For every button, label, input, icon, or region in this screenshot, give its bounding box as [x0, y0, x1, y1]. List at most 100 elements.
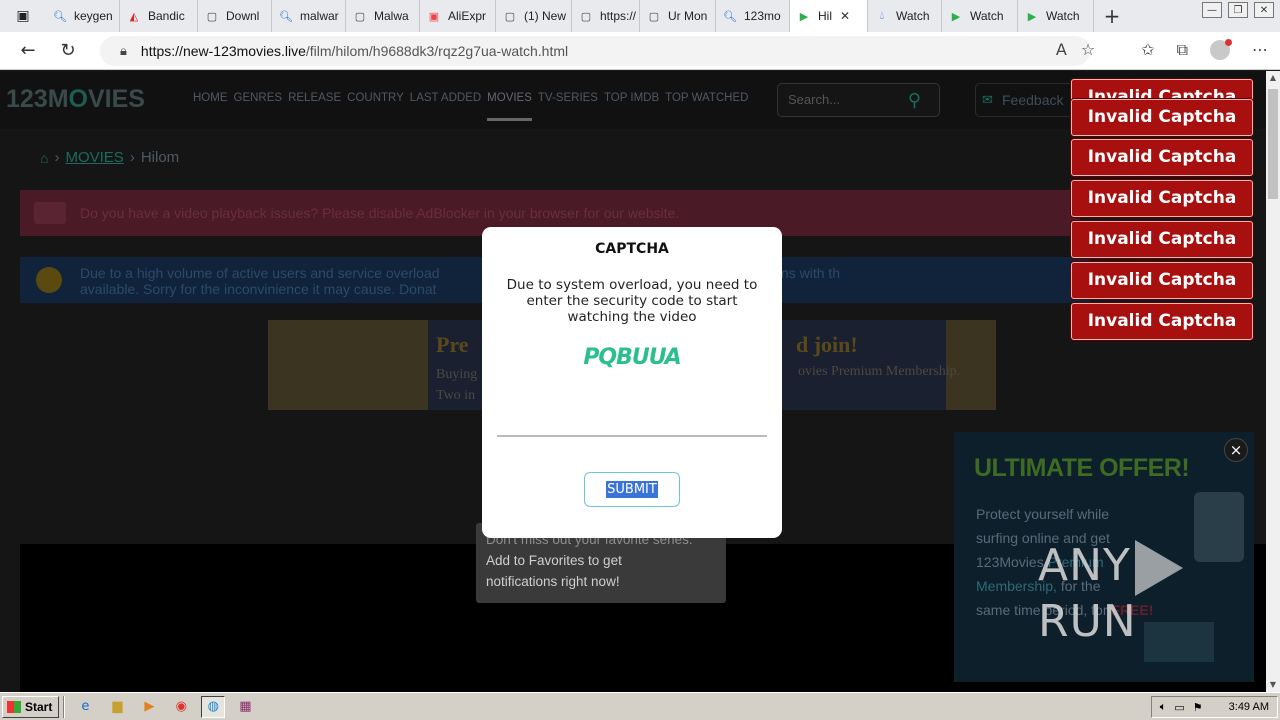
media-player-icon[interactable]: ▶	[137, 696, 161, 718]
page-icon: ▢	[504, 10, 516, 23]
volume-icon[interactable]: 🔈︎	[1160, 701, 1167, 714]
close-tab-icon[interactable]: ✕	[840, 9, 850, 23]
close-window-icon[interactable]: ✕	[1254, 2, 1274, 18]
offer-title: ULTIMATE OFFER!	[974, 454, 1190, 482]
browser-tab[interactable]: ▶ Watch	[1018, 0, 1094, 32]
browser-tab[interactable]: ▢ Downl	[198, 0, 272, 32]
browser-tab-label: malwar	[300, 9, 339, 23]
invalid-captcha-toast[interactable]: Invalid Captcha	[1071, 221, 1253, 258]
lock-icon[interactable]: 🔒︎	[120, 43, 127, 59]
adblock-alert-text: Do you have a video playback issues? Ple…	[80, 205, 680, 221]
bulb-icon	[36, 267, 62, 293]
search-icon[interactable]: ⚲	[908, 84, 921, 116]
new-tab-button[interactable]: +	[1094, 4, 1130, 28]
nav-item[interactable]: TOP IMDB	[604, 92, 659, 121]
home-icon[interactable]: ⌂	[40, 150, 48, 166]
url-field[interactable]: 🔒︎ https://new-123movies.live/film/hilom…	[100, 36, 1090, 66]
browser-tab[interactable]: ▶ Hil ✕	[790, 0, 868, 32]
browser-tab[interactable]: 🔍︎ malwar	[272, 0, 346, 32]
window-controls: — ❐ ✕	[1202, 2, 1274, 18]
donate-link[interactable]: Donat	[399, 281, 436, 297]
aliexpress-icon: ▣	[428, 10, 440, 23]
edge-icon[interactable]: ◍	[201, 695, 226, 718]
popcorn-image	[268, 320, 428, 410]
nav-item[interactable]: RELEASE	[288, 92, 341, 121]
breadcrumb-movies-link[interactable]: MOVIES	[65, 149, 123, 166]
browser-tab-label: AliExpr	[448, 9, 487, 23]
banner-title-right: d join!	[796, 332, 858, 357]
more-menu-icon[interactable]: ⋯	[1252, 40, 1268, 60]
flag-icon[interactable]: ⚑	[1193, 701, 1203, 714]
browser-tab[interactable]: ▢ (1) New	[496, 0, 572, 32]
site-logo[interactable]: 123MOVIES	[6, 85, 145, 114]
invalid-captcha-toast[interactable]: Invalid Captcha	[1071, 139, 1253, 176]
logo-part: VIES	[88, 85, 145, 113]
breadcrumb-sep: ›	[129, 149, 135, 166]
add-favorite-icon[interactable]: ☆	[1081, 40, 1095, 60]
browser-tab-label: Watch	[970, 9, 1004, 23]
collections-icon[interactable]: ⧉	[1177, 40, 1188, 60]
close-offer-button[interactable]: ×	[1224, 438, 1248, 462]
taskbar: Start e ▆ ▶ ◉ ◍ ▦ 🔈︎ ▭ ⚑ 3:49 AM	[0, 692, 1280, 720]
favorites-icon[interactable]: ✩	[1141, 40, 1154, 60]
restore-icon[interactable]: ❐	[1228, 2, 1248, 18]
start-label: Start	[25, 699, 53, 714]
profile-avatar-icon[interactable]	[1210, 39, 1232, 60]
nav-item[interactable]: GENRES	[234, 92, 283, 121]
nav-item[interactable]: HOME	[193, 92, 228, 121]
search-icon: 🔍︎	[53, 10, 67, 23]
nav-item[interactable]: MOVIES	[487, 92, 532, 121]
scroll-down-icon[interactable]: ▼	[1266, 678, 1280, 692]
winrar-icon[interactable]: ▦	[233, 696, 257, 718]
captcha-title: CAPTCHA	[595, 241, 669, 257]
scrollbar-thumb[interactable]	[1268, 89, 1278, 199]
ie-icon[interactable]: e	[73, 696, 97, 718]
captcha-submit-button[interactable]: SUBMIT	[584, 472, 680, 507]
browser-tab[interactable]: 💧︎ Watch	[868, 0, 942, 32]
minimize-icon[interactable]: —	[1202, 2, 1222, 18]
browser-tab[interactable]: ▣ AliExpr	[420, 0, 496, 32]
browser-tab[interactable]: ▢ https://	[572, 0, 640, 32]
chrome-icon[interactable]: ◉	[169, 696, 193, 718]
invalid-captcha-toast[interactable]: Invalid Captcha	[1071, 303, 1253, 340]
browser-tab[interactable]: ▢ Malwa	[346, 0, 420, 32]
invalid-captcha-toast[interactable]: Invalid Captcha	[1071, 99, 1253, 136]
tab-actions-icon[interactable]: ▣	[0, 0, 46, 32]
site-search-input[interactable]: Search... ⚲	[777, 83, 940, 117]
browser-tab-label: Hil	[818, 9, 832, 23]
play-icon: ▶	[799, 10, 809, 23]
invalid-captcha-toast[interactable]: Invalid Captcha	[1071, 180, 1253, 217]
nav-item[interactable]: TV-SERIES	[538, 92, 598, 121]
browser-tab-label: 123mo	[744, 9, 781, 23]
clock: 3:49 AM	[1228, 701, 1269, 713]
browser-tab[interactable]: ▶ Watch	[942, 0, 1018, 32]
captcha-input[interactable]	[497, 407, 767, 437]
captcha-message: Due to system overload, you need to ente…	[506, 277, 758, 325]
offer-line: Protect yourself while	[976, 506, 1110, 522]
nav-item[interactable]: COUNTRY	[347, 92, 404, 121]
banner-line: Buying	[436, 367, 478, 382]
browser-tab[interactable]: 🔍︎ 123mo	[716, 0, 790, 32]
read-aloud-icon[interactable]: A	[1056, 40, 1067, 60]
nav-item[interactable]: TOP WATCHED	[665, 92, 748, 121]
envelope-icon: ✉	[982, 92, 993, 107]
invalid-captcha-toast[interactable]: Invalid Captcha	[1071, 262, 1253, 299]
browser-tab-label: Downl	[226, 9, 260, 23]
start-button[interactable]: Start	[2, 695, 60, 718]
url-path: /film/hilom/h9688dk3/rqz2g7ua-watch.html	[305, 43, 569, 59]
overload-text-1: Due to a high volume of active users and…	[80, 265, 440, 281]
browser-tabbar: ▣ 🔍︎ keygen ◭ Bandic ▢ Downl 🔍︎ malwar ▢ Malwa ▣ Al…	[0, 0, 1280, 32]
folder-icon[interactable]: ▆	[105, 696, 129, 718]
browser-tab[interactable]: ◭ Bandic	[120, 0, 198, 32]
browser-tab[interactable]: 🔍︎ keygen	[46, 0, 120, 32]
bandicam-icon: ◭	[129, 10, 139, 23]
captcha-code-image: PQBUUA	[583, 345, 681, 370]
nav-item[interactable]: LAST ADDED	[410, 92, 481, 121]
url-host: https://new-123movies.live	[140, 43, 306, 59]
scroll-up-icon[interactable]: ▲	[1266, 71, 1280, 85]
network-icon[interactable]: ▭	[1174, 701, 1184, 714]
browser-tab[interactable]: ▢ Ur Mon	[640, 0, 716, 32]
refresh-icon[interactable]: ↻	[48, 32, 88, 70]
page-icon: ▢	[648, 10, 660, 23]
back-icon[interactable]: ←	[8, 32, 48, 70]
